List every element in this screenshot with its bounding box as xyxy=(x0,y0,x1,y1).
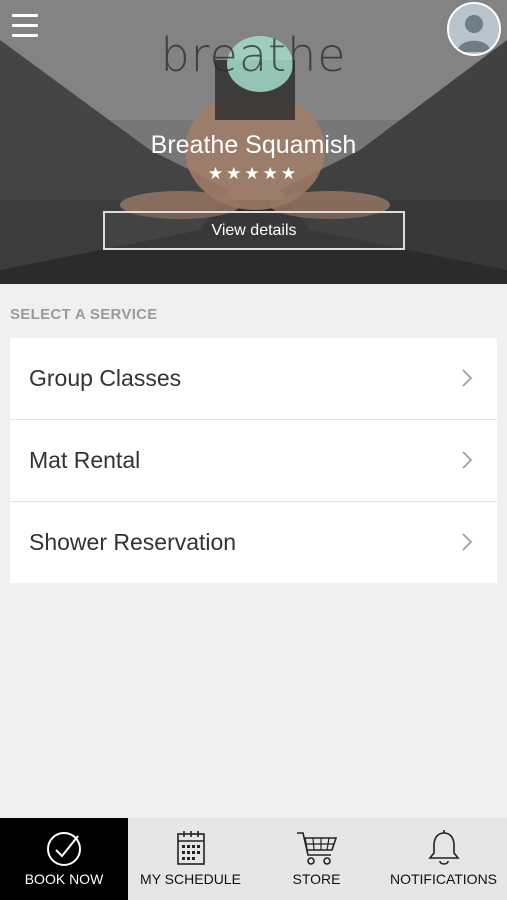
chevron-right-icon xyxy=(462,451,473,469)
tab-label: NOTIFICATIONS xyxy=(389,871,498,887)
tab-book-now[interactable]: BOOK NOW xyxy=(0,818,128,900)
tab-label: MY SCHEDULE xyxy=(140,871,241,887)
check-circle-icon xyxy=(47,832,81,866)
hamburger-menu-icon[interactable] xyxy=(12,14,38,38)
chevron-right-icon xyxy=(462,533,473,551)
bell-icon xyxy=(427,830,460,865)
service-item-group-classes[interactable]: Group Classes xyxy=(10,338,497,420)
select-service-heading: SELECT A SERVICE xyxy=(10,306,158,323)
tab-label: STORE xyxy=(292,871,341,887)
calendar-icon xyxy=(176,831,205,865)
chevron-right-icon xyxy=(462,369,473,387)
user-avatar-icon[interactable] xyxy=(447,2,501,56)
studio-name: Breathe Squamish xyxy=(150,131,357,159)
shopping-cart-icon xyxy=(296,832,337,865)
service-item-label: Group Classes xyxy=(29,365,182,391)
tab-notifications[interactable]: NOTIFICATIONS xyxy=(380,818,507,900)
studio-hero: breathe Breathe Squamish ★★★★★ View deta… xyxy=(0,0,507,284)
tab-label: BOOK NOW xyxy=(24,871,104,887)
studio-logo: breathe xyxy=(160,28,347,82)
service-item-shower-reservation[interactable]: Shower Reservation xyxy=(10,502,497,583)
view-details-button[interactable]: View details xyxy=(103,211,405,250)
bottom-tab-bar: BOOK NOW MY SCHEDULE STORE NOTIFICATIONS xyxy=(0,818,507,900)
service-item-label: Mat Rental xyxy=(29,447,141,473)
service-item-label: Shower Reservation xyxy=(29,529,237,555)
rating-stars: ★★★★★ xyxy=(207,164,300,184)
service-list: Group Classes Mat Rental Shower Reservat… xyxy=(10,338,497,583)
tab-my-schedule[interactable]: MY SCHEDULE xyxy=(128,818,253,900)
tab-store[interactable]: STORE xyxy=(253,818,380,900)
service-item-mat-rental[interactable]: Mat Rental xyxy=(10,420,497,502)
